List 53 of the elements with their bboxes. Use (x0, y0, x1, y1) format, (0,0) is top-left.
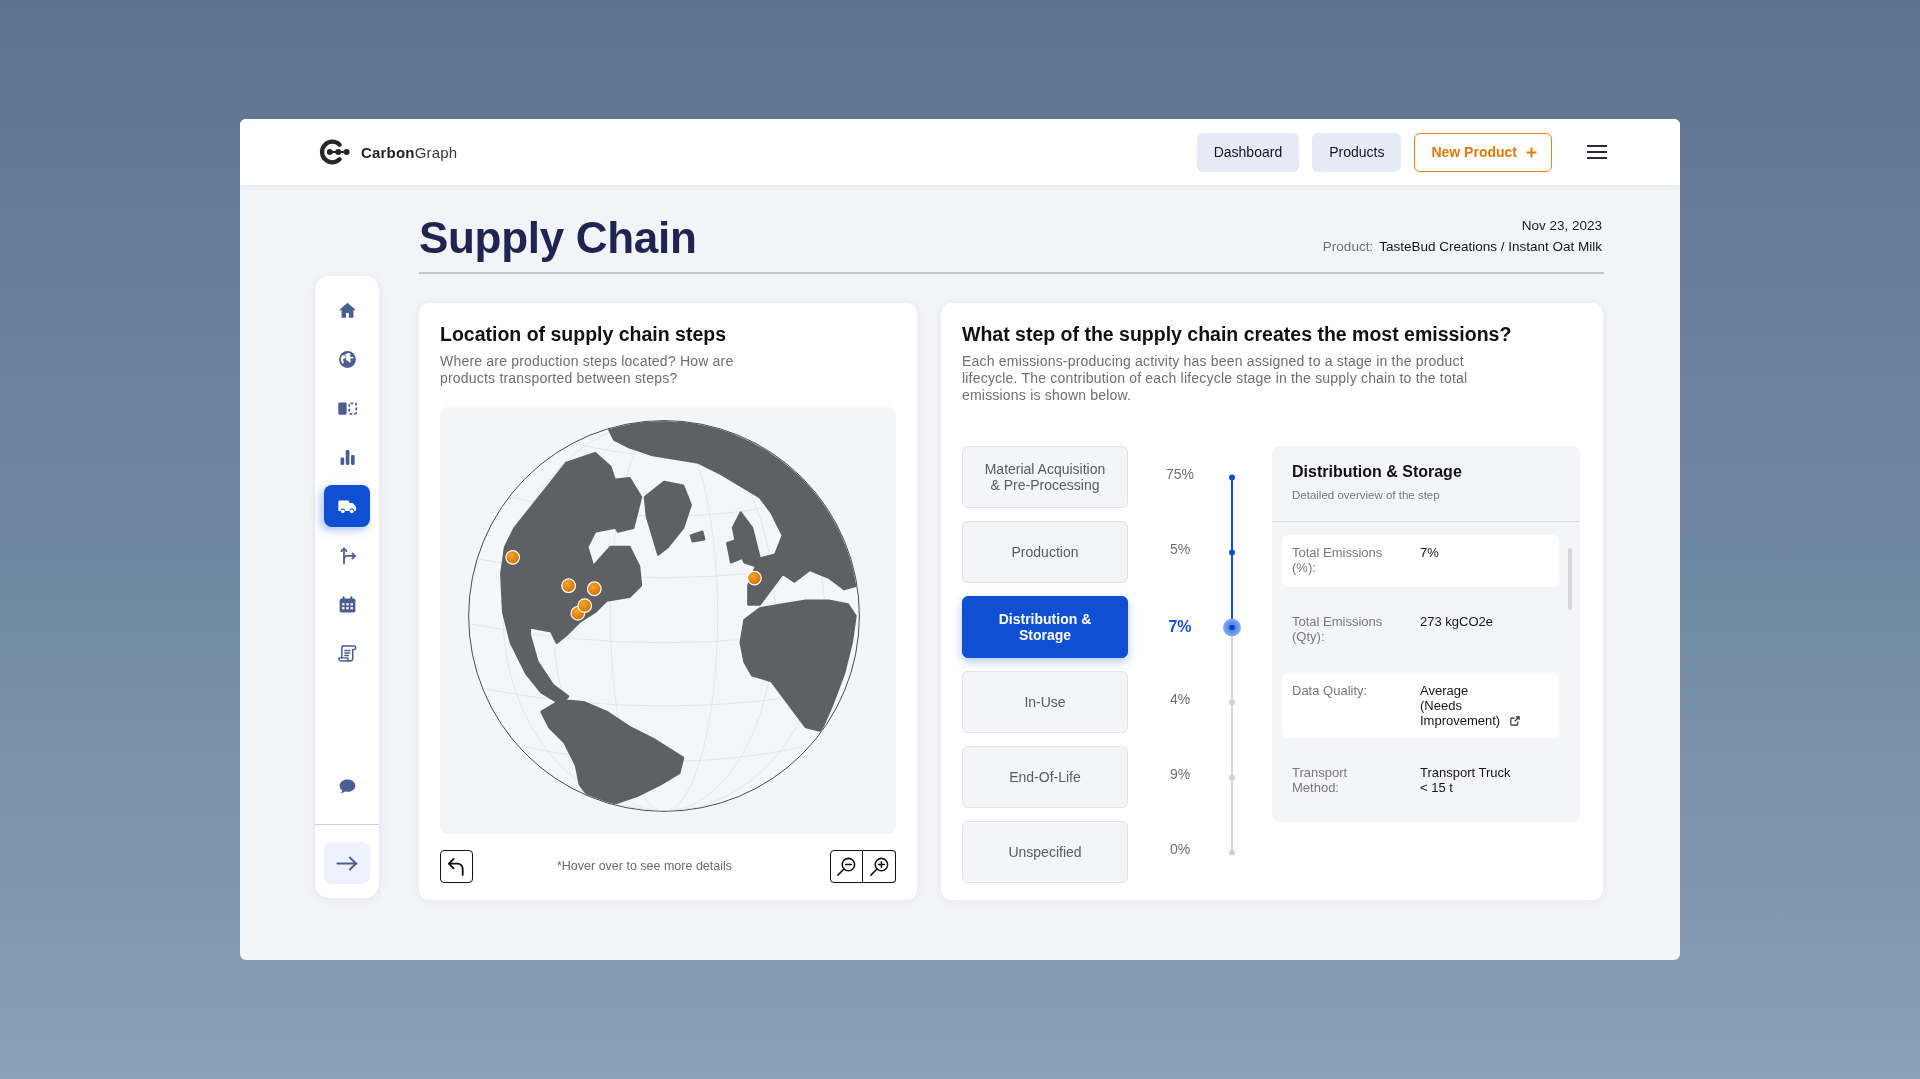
share-value: 75% (1166, 466, 1194, 482)
nav-button[interactable]: Products (1312, 132, 1402, 172)
share-value: 0% (1169, 841, 1191, 857)
detail-value: 7% (1420, 544, 1439, 560)
zoom-out-icon (836, 855, 857, 877)
card-description: Each emissions-producing activity has been assigned to a stage in the product lifecycle. The contribution of each lifecycle stage in the supply chain to the total emissions is shown below. (962, 352, 1469, 404)
zoom-in-button[interactable] (863, 849, 896, 883)
detail-value: Transport Truck < 15 t (1420, 764, 1512, 795)
menu-button[interactable] (1587, 145, 1607, 159)
card-title: What step of the supply chain creates the most emissions? (962, 321, 1513, 347)
step-button[interactable]: Unspecified (962, 821, 1128, 883)
card-subtitle: Where are production steps located? How are products transported between steps? (440, 352, 735, 387)
page-title: Supply Chain (419, 212, 697, 264)
nav-button[interactable]: Dashboard (1196, 132, 1300, 172)
map-pin-icon (577, 597, 593, 613)
detail-value: 273 kgCO2e (1420, 613, 1493, 629)
detail-label: Total Emissions (%): (1292, 544, 1384, 577)
map-pin-icon (747, 570, 762, 585)
sidebar-button[interactable] (324, 485, 370, 527)
date-text: Nov 23, 2023 (1521, 218, 1602, 234)
scroll-icon (336, 642, 358, 664)
globe-icon (336, 348, 358, 370)
plus-icon (1526, 146, 1537, 158)
hint-text: *Hover over to see more details (556, 859, 733, 873)
menu-icon (1587, 145, 1607, 159)
share-value: 4% (1169, 691, 1191, 707)
product-name: TasteBud Creations / Instant Oat Milk (1379, 239, 1602, 255)
map-pin-icon (561, 577, 576, 593)
zoom-out-button[interactable] (830, 849, 863, 883)
brand-name: CarbonGraph (361, 143, 458, 161)
share-value: 7% (1168, 618, 1192, 636)
detail-label: Data Quality: (1292, 682, 1369, 700)
external-link-icon[interactable] (1510, 715, 1520, 726)
turn-left-arrow-icon (446, 855, 467, 877)
detail-label: Total Emissions (Qty): (1292, 613, 1384, 646)
arrow-right-icon (336, 855, 358, 871)
zoom-in-icon (868, 855, 890, 877)
details-subtitle: Detailed overview of the step (1292, 487, 1441, 502)
undo-button[interactable] (440, 849, 473, 883)
detail-value: Average (Needs Improvement) (1420, 682, 1502, 728)
step-button[interactable]: Material Acquisition & Pre-Processing (962, 446, 1128, 508)
share-value: 5% (1169, 541, 1191, 557)
step-button[interactable]: Distribution & Storage (962, 596, 1128, 658)
detail-label: Transport Method: (1292, 764, 1349, 797)
card-title: Location of supply chain steps (440, 321, 728, 347)
step-button[interactable]: In-Use (962, 671, 1128, 733)
step-button[interactable]: Production (962, 521, 1128, 583)
expand-button[interactable] (324, 842, 370, 884)
step-button[interactable]: End-Of-Life (962, 746, 1128, 808)
map-pin-icon (586, 580, 602, 596)
share-value: 9% (1169, 766, 1191, 782)
details-title: Distribution & Storage (1292, 461, 1463, 481)
product-label: Product: (1322, 239, 1374, 255)
